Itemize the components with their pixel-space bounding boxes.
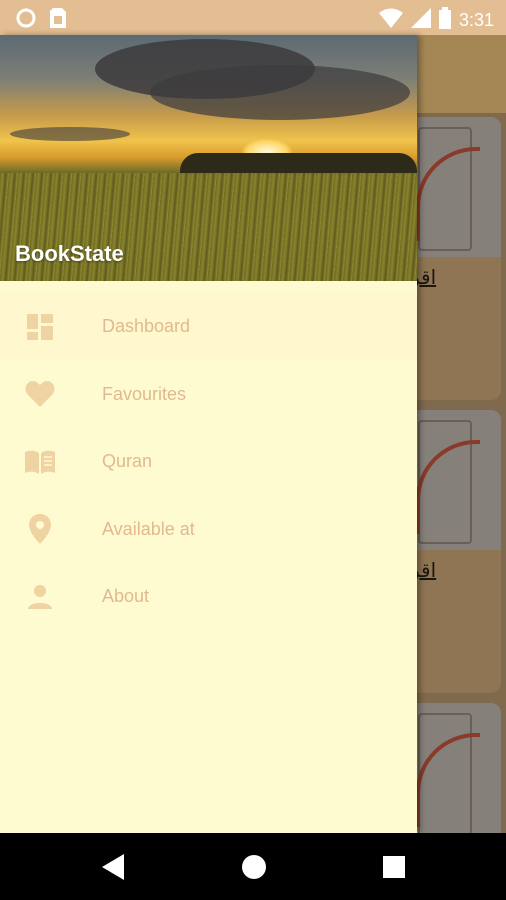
- menu-item-about[interactable]: About: [0, 563, 417, 631]
- dashboard-icon: [24, 311, 56, 343]
- status-left: [16, 8, 66, 33]
- location-pin-icon: [24, 513, 56, 545]
- battery-icon: [438, 7, 451, 34]
- status-bar: 3:31: [0, 0, 506, 35]
- menu-item-favourites[interactable]: Favourites: [0, 361, 417, 429]
- circle-icon: [16, 8, 36, 33]
- recents-icon[interactable]: [380, 853, 408, 881]
- menu-item-label: Available at: [102, 518, 195, 539]
- system-navigation-bar: [0, 833, 506, 900]
- book-cover-image: [406, 703, 501, 833]
- background-book-card[interactable]: [406, 703, 501, 833]
- open-book-icon: [24, 446, 56, 478]
- sim-card-icon: [50, 8, 66, 33]
- navigation-drawer: BookState Dashboard Favourites Quran Ava…: [0, 35, 417, 833]
- menu-item-available-at[interactable]: Available at: [0, 496, 417, 564]
- menu-item-dashboard[interactable]: Dashboard: [0, 293, 417, 361]
- drawer-app-name: BookState: [15, 241, 124, 266]
- person-icon: [24, 581, 56, 613]
- heart-icon: [24, 378, 56, 410]
- menu-item-label: Dashboard: [102, 316, 191, 337]
- menu-item-label: About: [102, 586, 150, 607]
- menu-item-label: Favourites: [102, 383, 187, 404]
- menu-item-quran[interactable]: Quran: [0, 428, 417, 496]
- back-icon[interactable]: [100, 853, 128, 881]
- background-book-card[interactable]: اقر: [406, 410, 501, 693]
- status-right: 3:31: [378, 7, 494, 34]
- status-time: 3:31: [458, 10, 494, 30]
- book-cover-image: [406, 410, 501, 550]
- drawer-menu: Dashboard Favourites Quran Available at …: [0, 293, 417, 631]
- home-icon[interactable]: [240, 853, 268, 881]
- menu-item-label: Quran: [102, 451, 153, 472]
- wifi-icon: [378, 8, 403, 33]
- book-cover-image: [406, 117, 501, 257]
- cellular-signal-icon: [410, 8, 431, 33]
- background-book-card[interactable]: اقر: [406, 117, 501, 400]
- drawer-header-image: BookState: [0, 35, 417, 281]
